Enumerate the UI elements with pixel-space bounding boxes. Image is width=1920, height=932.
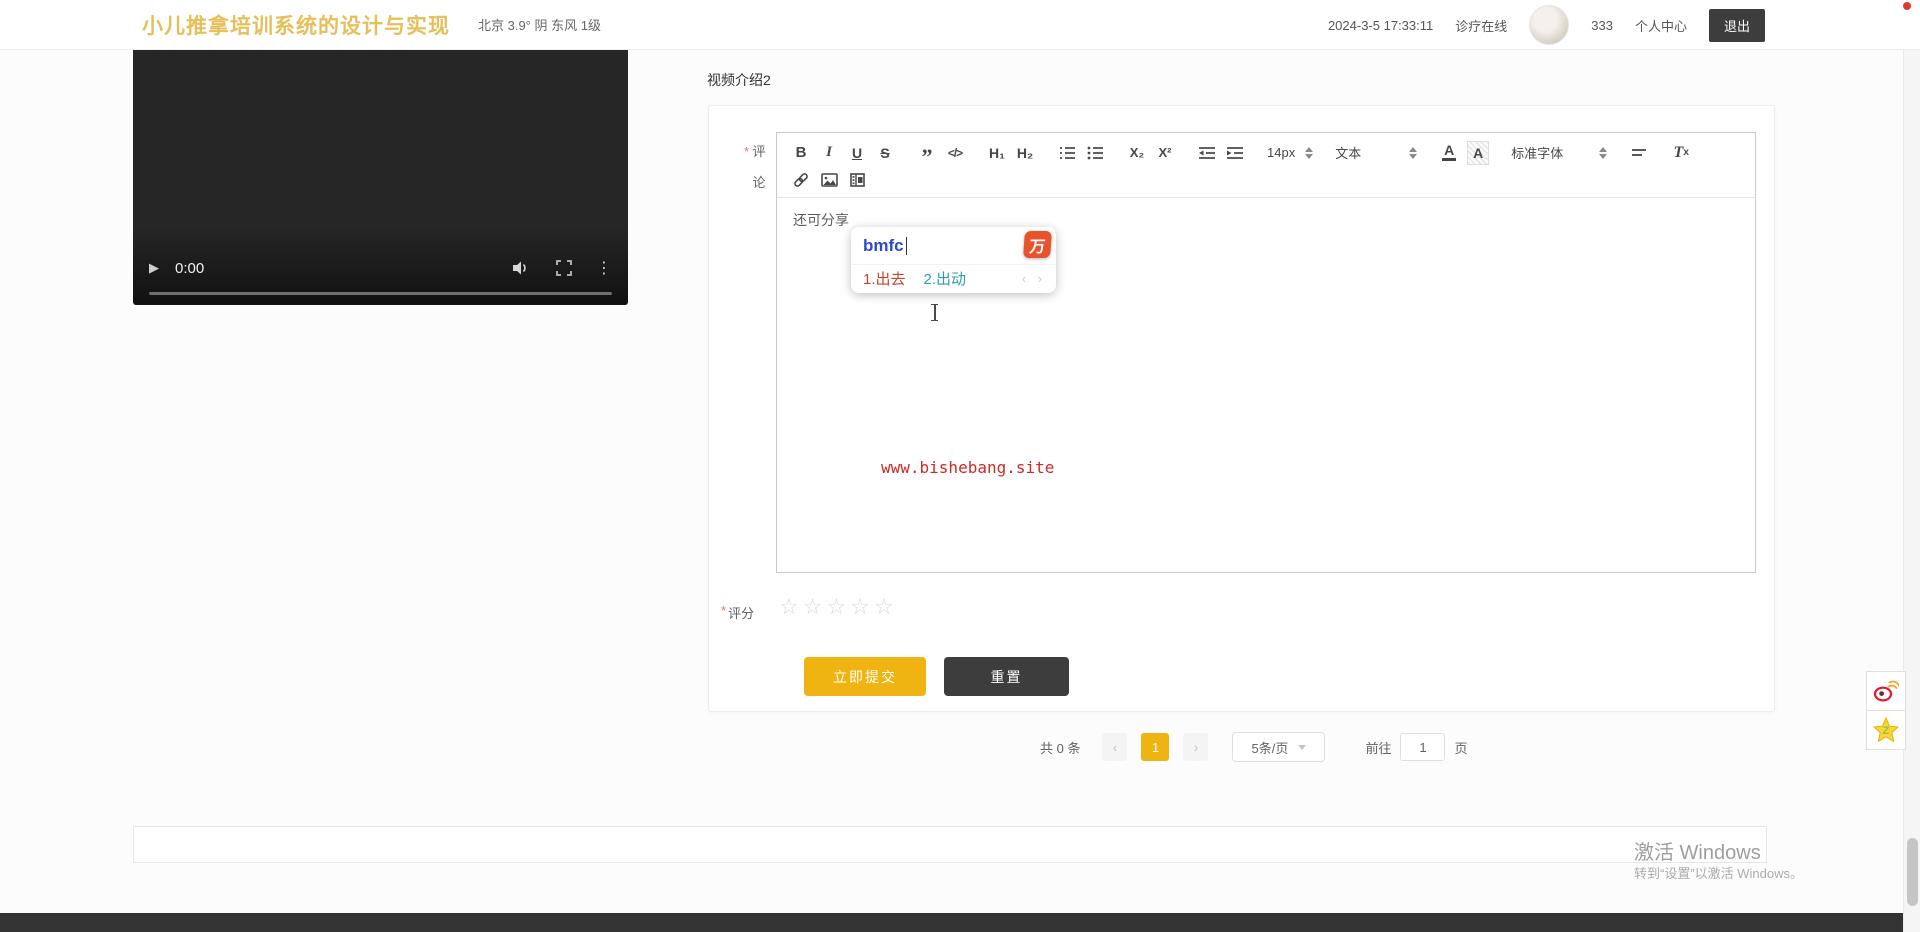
font-size-dropdown[interactable]: 14px	[1267, 145, 1314, 160]
superscript-button[interactable]: X²	[1155, 141, 1175, 165]
image-icon[interactable]	[819, 168, 839, 192]
star-icon[interactable]: ☆	[850, 594, 870, 620]
ime-caret	[905, 236, 908, 255]
video-menu-icon[interactable]: ⋮	[596, 258, 612, 278]
page-scrollbar[interactable]	[1903, 0, 1920, 932]
qzone-share-button[interactable]: Z	[1866, 710, 1906, 750]
share-widget: Z	[1866, 671, 1906, 750]
font-color-button[interactable]: A	[1439, 141, 1459, 165]
user-avatar[interactable]	[1529, 5, 1570, 45]
weibo-icon	[1873, 680, 1899, 702]
fullscreen-icon[interactable]	[556, 260, 572, 276]
star-icon[interactable]: ☆	[826, 594, 846, 620]
star-icon[interactable]: ☆	[874, 594, 894, 620]
bottom-footer-bar	[0, 913, 1920, 932]
star-icon[interactable]: ☆	[779, 594, 799, 620]
subscript-button[interactable]: X₂	[1127, 141, 1147, 165]
svg-text:Z: Z	[1883, 725, 1890, 737]
page-unit-label: 页	[1454, 740, 1468, 756]
align-icon[interactable]	[1629, 141, 1649, 165]
unordered-list-icon[interactable]	[1085, 141, 1105, 165]
site-title: 小儿推拿培训系统的设计与实现	[142, 14, 450, 38]
clear-format-button[interactable]: Tx	[1671, 141, 1691, 165]
volume-icon[interactable]	[512, 260, 530, 276]
qzone-icon: Z	[1873, 717, 1899, 743]
color-bar-icon	[1442, 157, 1457, 161]
windows-activation-watermark: 激活 Windows	[1634, 842, 1761, 864]
site-watermark-text: www.bishebang.site	[881, 458, 1055, 477]
scrollbar-thumb[interactable]	[1907, 838, 1918, 906]
paragraph-format-dropdown[interactable]: 文本	[1335, 143, 1418, 162]
bold-button[interactable]: B	[791, 141, 811, 165]
online-consult-link[interactable]: 诊疗在线	[1455, 16, 1507, 35]
submit-button[interactable]: 立即提交	[804, 657, 926, 696]
video-controls: ▶ 0:00 ⋮	[133, 253, 628, 283]
comment-field-label: * 评论	[733, 136, 767, 199]
prev-page-button[interactable]: ‹	[1102, 733, 1128, 761]
video-upload-icon[interactable]	[847, 168, 867, 192]
total-count-text: 共 0 条	[1040, 740, 1081, 756]
weibo-share-button[interactable]	[1866, 671, 1906, 711]
username-text: 333	[1591, 17, 1613, 33]
heading2-button[interactable]: H₂	[1015, 141, 1035, 165]
link-icon[interactable]	[791, 168, 811, 192]
video-time: 0:00	[175, 259, 205, 277]
stepper-arrows-icon	[1599, 146, 1608, 159]
reset-button[interactable]: 重置	[944, 657, 1069, 696]
next-page-button[interactable]: ›	[1183, 733, 1209, 761]
rating-field-label: * 评分	[721, 603, 755, 621]
comment-label-text: 评论	[752, 144, 766, 190]
personal-center-link[interactable]: 个人中心	[1635, 16, 1687, 35]
ime-candidate-2[interactable]: 2.出动	[924, 268, 967, 289]
ime-candidate-1[interactable]: 1.出去	[863, 268, 906, 289]
underline-button[interactable]: U	[847, 141, 867, 165]
stepper-arrows-icon	[1409, 146, 1418, 159]
video-player[interactable]: ▶ 0:00 ⋮	[133, 44, 628, 305]
blockquote-button[interactable]: ”	[917, 141, 937, 167]
required-mark: *	[721, 603, 727, 618]
editor-toolbar: B I U S ” </> H₁ H₂ X₂ X² 14px 文本 A A 标准…	[777, 133, 1755, 198]
windows-activation-hint: 转到“设置”以激活 Windows。	[1634, 866, 1804, 881]
goto-page-input[interactable]	[1400, 733, 1446, 761]
background-color-button[interactable]: A	[1467, 140, 1490, 165]
outdent-icon[interactable]	[1197, 141, 1217, 165]
top-header: 小儿推拿培训系统的设计与实现 北京 3.9° 阴 东风 1级 2024-3-5 …	[0, 0, 1920, 50]
indent-icon[interactable]	[1225, 141, 1245, 165]
logout-button[interactable]: 退出	[1708, 8, 1765, 42]
font-family-dropdown[interactable]: 标准字体	[1511, 143, 1608, 162]
strikethrough-button[interactable]: S	[875, 141, 895, 165]
comment-form-card: * 评论 B I U S ” </> H₁ H₂ X₂ X² 14px 文本 A…	[708, 105, 1775, 712]
weather-info: 北京 3.9° 阴 东风 1级	[478, 18, 601, 33]
goto-label: 前往	[1365, 740, 1392, 756]
video-progress-bar[interactable]	[149, 292, 612, 295]
text-cursor-icon	[930, 304, 939, 321]
code-button[interactable]: </>	[945, 141, 965, 165]
star-rating: ☆ ☆ ☆ ☆ ☆	[779, 594, 894, 620]
datetime-text: 2024-3-5 17:33:11	[1327, 17, 1434, 33]
chevron-down-icon	[1298, 744, 1307, 750]
ime-brand-icon[interactable]: 万	[1023, 231, 1052, 258]
footer-panel	[133, 826, 1767, 863]
ordered-list-icon[interactable]	[1057, 141, 1077, 165]
recording-dot-icon	[1903, 2, 1911, 10]
page-size-select[interactable]: 5条/页	[1232, 732, 1326, 762]
ime-composition-text: bmfc	[863, 235, 904, 255]
play-icon[interactable]: ▶	[149, 260, 159, 276]
required-mark: *	[743, 144, 749, 159]
rich-text-editor: B I U S ” </> H₁ H₂ X₂ X² 14px 文本 A A 标准…	[776, 132, 1756, 573]
current-page-button[interactable]: 1	[1141, 733, 1170, 761]
stepper-arrows-icon	[1305, 146, 1314, 159]
italic-button[interactable]: I	[819, 141, 839, 165]
pagination: 共 0 条 ‹ 1 › 5条/页 前往 页	[1040, 732, 1468, 762]
star-icon[interactable]: ☆	[803, 594, 823, 620]
ime-page-arrows[interactable]: ‹ ›	[1022, 271, 1046, 286]
video-intro-title: 视频介绍2	[707, 72, 771, 88]
ime-candidate-popup: bmfc 万 1.出去 2.出动 ‹ ›	[851, 227, 1056, 293]
heading1-button[interactable]: H₁	[987, 141, 1007, 165]
